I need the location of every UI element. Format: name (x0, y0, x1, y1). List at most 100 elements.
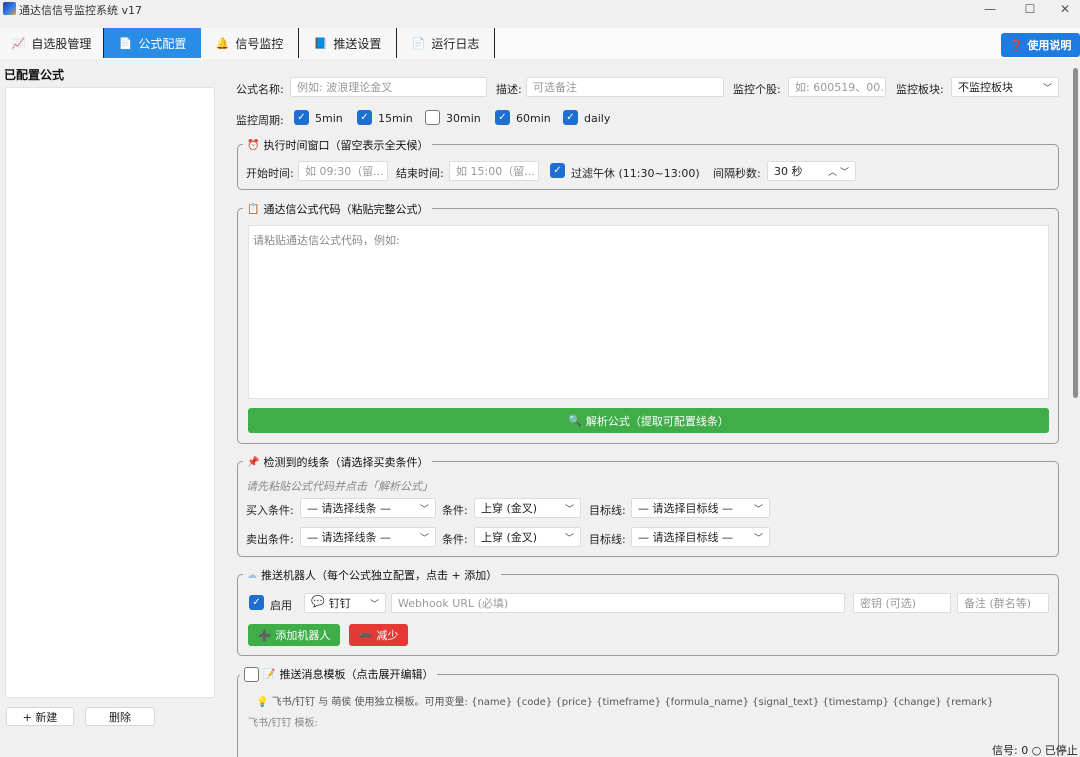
chevron-down-icon: ﹀ (369, 599, 379, 610)
robot-remark-input[interactable]: 备注 (群名等) (957, 593, 1049, 613)
window-title: 通达信信号监控系统 v17 (19, 4, 143, 17)
spin-arrows-icon[interactable]: ︿ ﹀ (828, 165, 849, 178)
end-time-input[interactable]: 如 15:00（留... (449, 161, 539, 181)
robot-platform-select[interactable]: 💬 钉钉 ﹀ (304, 593, 386, 613)
chevron-down-icon: ﹀ (564, 533, 574, 544)
tab-label: 公式配置 (138, 36, 187, 51)
formula-name-input[interactable]: 例如: 波浪理论金叉 (290, 77, 487, 97)
chevron-down-icon: ﹀ (753, 504, 763, 515)
buy-line-value: — 请选择线条 — (307, 502, 391, 515)
formula-name-label: 公式名称: (236, 83, 284, 96)
time-window-title: ⏰ 执行时间窗口（留空表示全天候） (243, 137, 433, 153)
period-5min-checkbox[interactable]: ✓ (294, 110, 309, 125)
template-tip: 💡 飞书/钉钉 与 萌侯 使用独立模板。可用变量: {name} {code} … (256, 693, 993, 708)
run-state: ○ 已停止 (1031, 744, 1078, 757)
buy-cond-label: 条件: (442, 504, 468, 517)
title-bar (0, 0, 1080, 18)
monitor-board-value: 不监控板块 (958, 81, 1013, 94)
tab-label: 信号监控 (235, 36, 284, 51)
delete-formula-button[interactable]: 删除 (85, 707, 155, 726)
feishu-template-label: 飞书/钉钉 模板: (248, 718, 318, 729)
status-bar: 信号: 0 ○ 已停止 (992, 742, 1078, 757)
robot-enable-checkbox[interactable]: ✓ (249, 595, 264, 610)
period-5min-label: 5min (315, 112, 343, 125)
minimize-icon[interactable]: — (975, 0, 1005, 18)
buy-cond-select[interactable]: 上穿 (金叉) ﹀ (474, 498, 581, 518)
template-expand-checkbox[interactable]: ✓ (244, 666, 259, 682)
bell-icon: 🔔 (215, 36, 230, 50)
remove-robot-button[interactable]: ➖ 减少 (349, 624, 408, 646)
period-15min-label: 15min (378, 112, 413, 125)
chevron-down-icon: ﹀ (419, 533, 429, 544)
tab-label: 运行日志 (431, 36, 480, 51)
sell-cond-label: 条件: (442, 533, 468, 546)
formula-code-textarea[interactable]: 请粘贴通达信公式代码，例如: (248, 225, 1049, 399)
tab-label: 推送设置 (333, 36, 382, 51)
tab-signal-monitor[interactable]: 🔔 信号监控 (201, 28, 299, 58)
start-time-label: 开始时间: (246, 167, 294, 180)
message-template-title: ✓ 📝 推送消息模板（点击展开编辑） (240, 666, 438, 682)
sell-target-label: 目标线: (589, 533, 626, 546)
end-time-label: 结束时间: (396, 167, 444, 180)
formula-code-title: 📋 通达信公式代码（粘贴完整公式） (243, 201, 433, 217)
description-input[interactable]: 可选备注 (526, 77, 724, 97)
sell-condition-label: 卖出条件: (246, 533, 294, 546)
period-15min-checkbox[interactable]: ✓ (357, 110, 372, 125)
maximize-icon[interactable]: ☐ (1015, 0, 1045, 18)
monitor-board-label: 监控板块: (896, 83, 944, 96)
robot-secret-input[interactable]: 密钥 (可选) (853, 593, 951, 613)
period-60min-checkbox[interactable]: ✓ (495, 110, 510, 125)
lunch-filter-checkbox[interactable]: ✓ (550, 163, 565, 178)
parse-hint-text: 请先粘贴公式代码并点击「解析公式」 (246, 480, 433, 493)
interval-spinbox[interactable]: 30 秒 ︿ ﹀ (767, 161, 856, 181)
parse-formula-label: 解析公式（提取可配置线条） (585, 414, 729, 428)
description-label: 描述: (496, 83, 522, 96)
remove-robot-label: 减少 (376, 629, 399, 642)
add-robot-label: 添加机器人 (275, 629, 331, 642)
help-button[interactable]: ❓ 使用说明 (1001, 33, 1080, 57)
scrollbar-thumb[interactable] (1073, 68, 1078, 398)
buy-line-select[interactable]: — 请选择线条 — ﹀ (300, 498, 436, 518)
buy-target-select[interactable]: — 请选择目标线 — ﹀ (631, 498, 770, 518)
start-time-input[interactable]: 如 09:30（留... (298, 161, 388, 181)
sell-cond-select[interactable]: 上穿 (金叉) ﹀ (474, 527, 581, 547)
monitor-stock-input[interactable]: 如: 600519、00... (788, 77, 886, 97)
period-label: 监控周期: (236, 114, 284, 127)
clipboard-icon: 📋 (247, 203, 260, 215)
close-icon[interactable]: ✕ (1050, 0, 1080, 18)
webhook-url-input[interactable]: Webhook URL (必填) (391, 593, 845, 613)
document-icon: 📄 (118, 36, 133, 50)
interval-label: 间隔秒数: (713, 167, 761, 180)
interval-value: 30 秒 (774, 165, 803, 178)
monitor-board-select[interactable]: 不监控板块 ﹀ (951, 77, 1059, 97)
tab-push-settings[interactable]: 📘 推送设置 (299, 28, 397, 58)
new-formula-button[interactable]: + 新建 (6, 707, 74, 726)
detected-lines-title-text: 检测到的线条（请选择买卖条件） (263, 456, 429, 469)
parse-formula-button[interactable]: 🔍 解析公式（提取可配置线条） (248, 408, 1049, 433)
chevron-down-icon: ﹀ (564, 504, 574, 515)
push-robot-title: ☁ 推送机器人（每个公式独立配置，点击 + 添加） (243, 567, 502, 583)
formula-list[interactable] (5, 87, 215, 698)
sell-target-select[interactable]: — 请选择目标线 — ﹀ (631, 527, 770, 547)
chevron-down-icon: ﹀ (753, 533, 763, 544)
robot-platform-value: 💬 钉钉 (311, 595, 351, 611)
buy-target-value: — 请选择目标线 — (638, 502, 733, 515)
period-30min-label: 30min (446, 112, 481, 125)
period-daily-checkbox[interactable]: ✓ (563, 110, 578, 125)
time-window-title-text: 执行时间窗口（留空表示全天候） (263, 139, 429, 152)
sell-line-value: — 请选择线条 — (307, 531, 391, 544)
push-robot-title-text: 推送机器人（每个公式独立配置，点击 + 添加） (261, 569, 498, 582)
tab-run-log[interactable]: 📄 运行日志 (397, 28, 495, 58)
sell-target-value: — 请选择目标线 — (638, 531, 733, 544)
book-icon: 📘 (313, 36, 328, 50)
detected-lines-title: 📌 检测到的线条（请选择买卖条件） (243, 454, 433, 470)
magnifier-icon: 🔍 (568, 414, 582, 427)
add-robot-button[interactable]: ➕ 添加机器人 (248, 624, 340, 646)
tab-watchlist[interactable]: 📈 自选股管理 (0, 28, 104, 58)
signal-count: 信号: 0 (992, 744, 1029, 757)
platform-text: 钉钉 (328, 597, 351, 610)
period-30min-checkbox[interactable]: ✓ (425, 110, 440, 125)
sell-line-select[interactable]: — 请选择线条 — ﹀ (300, 527, 436, 547)
robot-enable-label: 启用 (270, 599, 292, 612)
tab-formula-config[interactable]: 📄 公式配置 (104, 28, 201, 58)
